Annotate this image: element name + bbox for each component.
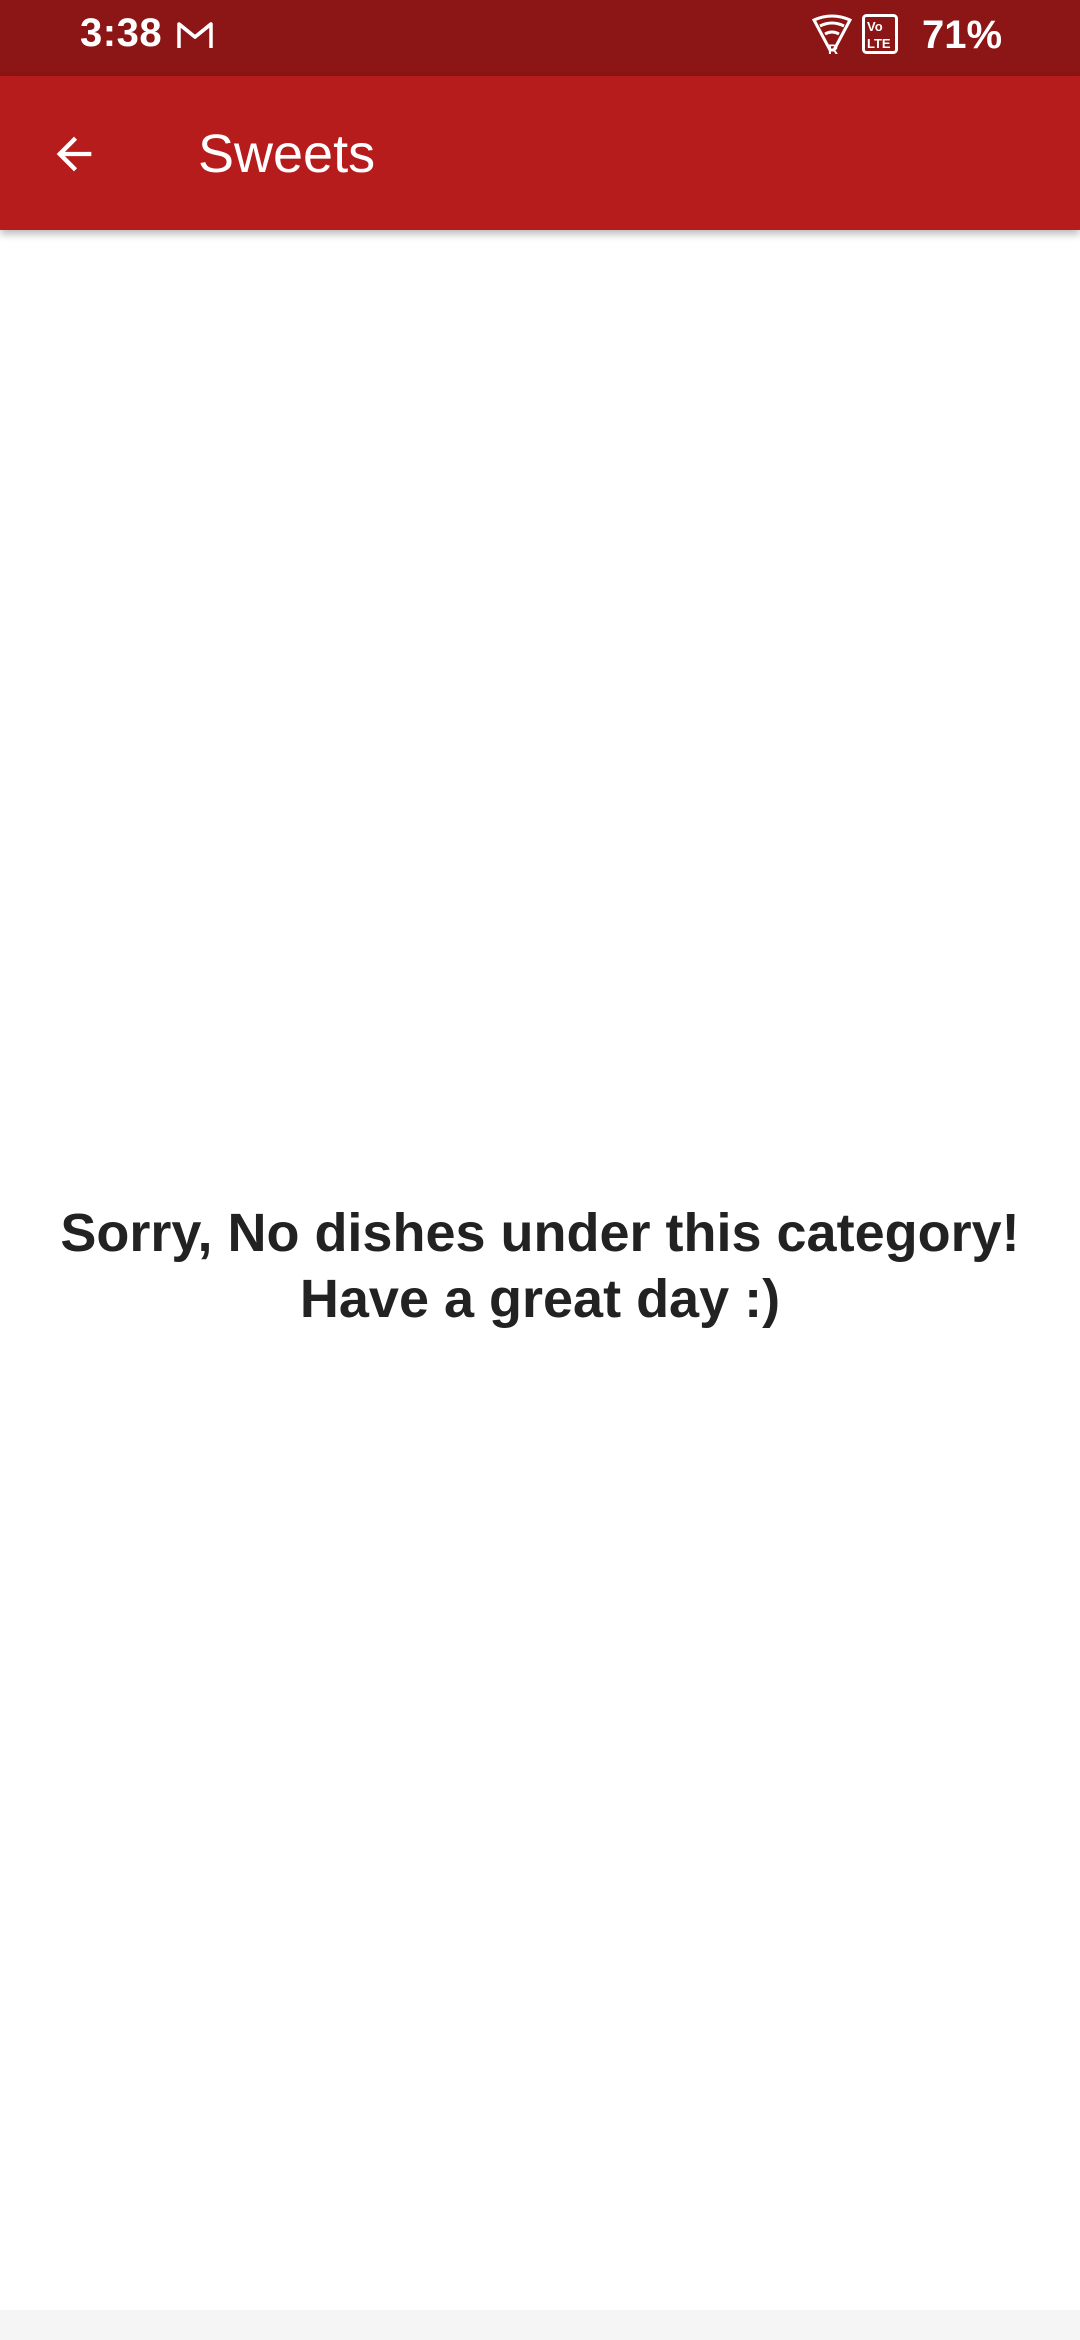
app-bar: Sweets xyxy=(0,76,1080,230)
back-button[interactable] xyxy=(32,112,116,196)
arrow-back-icon xyxy=(56,136,92,172)
gmail-icon xyxy=(177,22,213,48)
svg-text:LTE: LTE xyxy=(867,36,891,51)
status-time: 3:38 xyxy=(80,11,163,55)
battery-percentage: 71% xyxy=(922,13,1003,57)
svg-text:R: R xyxy=(828,41,838,54)
content-area: Sorry, No dishes under this category! Ha… xyxy=(0,230,1080,2310)
empty-message-line-2: Have a great day :) xyxy=(299,1269,781,1329)
page-title: Sweets xyxy=(198,124,376,184)
navigation-bar xyxy=(0,2310,1080,2340)
wifi-icon: R xyxy=(812,14,852,54)
empty-state-message: Sorry, No dishes under this category! Ha… xyxy=(40,1200,1040,1332)
status-bar: 3:38 R Vo LTE 71% xyxy=(0,0,1080,76)
screen: 3:38 R Vo LTE 71% Sweets Sorry, No dishe… xyxy=(0,0,1080,2340)
svg-text:Vo: Vo xyxy=(867,19,883,34)
empty-message-line-1: Sorry, No dishes under this category! xyxy=(60,1203,1020,1263)
volte-icon: Vo LTE xyxy=(862,14,898,54)
